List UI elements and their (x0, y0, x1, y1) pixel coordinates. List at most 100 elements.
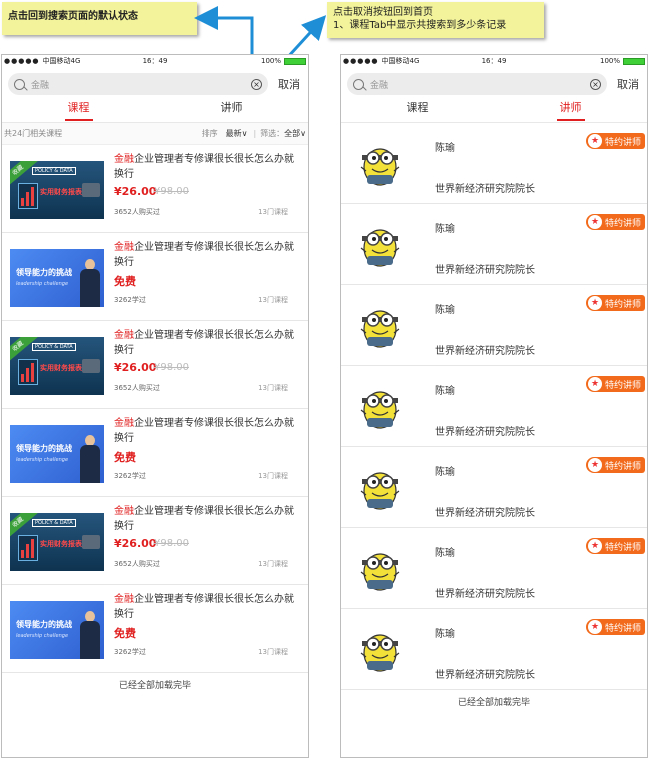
thumb-title: 实用财务报表 (40, 188, 82, 196)
course-price: ¥26.00 (114, 537, 157, 550)
course-thumbnail[interactable]: 领导能力的挑战 leadership challenge (10, 249, 104, 307)
buyer-count: 3652人购买过 (114, 560, 160, 568)
search-query[interactable]: 金融 (31, 78, 251, 91)
lecturer-item[interactable]: 陈瑜 世界新经济研究院院长 ★ 特约讲师 (341, 204, 647, 285)
lecturer-name: 陈瑜 (435, 467, 455, 478)
search-icon (14, 78, 25, 90)
course-title[interactable]: 金融企业管理者专修课很长很长怎么办就换行 (114, 504, 299, 534)
course-item[interactable]: 收藏 POLICY & DATA 实用财务报表 金融企业管理者专修课很长很长怎么… (2, 321, 308, 409)
battery-indicator: 100% (261, 57, 306, 65)
course-thumbnail[interactable]: 收藏 POLICY & DATA 实用财务报表 (10, 337, 104, 395)
course-item[interactable]: 领导能力的挑战 leadership challenge 金融企业管理者专修课很… (2, 233, 308, 321)
cancel-button[interactable]: 取消 (278, 76, 300, 92)
buyer-count: 3652人购买过 (114, 208, 160, 216)
thumb-title: 领导能力的挑战 (16, 444, 72, 453)
lecturer-item[interactable]: 陈瑜 世界新经济研究院院长 ★ 特约讲师 (341, 285, 647, 366)
briefcase-graphic (82, 183, 100, 197)
lecturer-item[interactable]: 陈瑜 世界新经济研究院院长 ★ 特约讲师 (341, 447, 647, 528)
star-icon: ★ (587, 539, 602, 553)
chart-graphic (18, 183, 38, 209)
search-query[interactable]: 金融 (370, 78, 590, 91)
lecturer-badge: ★ 特约讲师 (585, 295, 645, 311)
sort-dropdown[interactable]: 最新∨ (226, 128, 248, 139)
lecturer-title: 世界新经济研究院院长 (435, 670, 535, 681)
lecturer-title: 世界新经济研究院院长 (435, 508, 535, 519)
course-item[interactable]: 收藏 POLICY & DATA 实用财务报表 金融企业管理者专修课很长很长怎么… (2, 497, 308, 585)
course-item[interactable]: 领导能力的挑战 leadership challenge 金融企业管理者专修课很… (2, 585, 308, 673)
status-bar: ●●●●● 中国移动4G 16：49 100% (341, 55, 647, 67)
buyer-count: 3262学过 (114, 296, 146, 304)
lecturer-item[interactable]: 陈瑜 世界新经济研究院院长 ★ 特约讲师 (341, 123, 647, 204)
search-icon (353, 78, 364, 90)
thumb-tag: POLICY & DATA (32, 343, 76, 351)
course-thumbnail[interactable]: 收藏 POLICY & DATA 实用财务报表 (10, 513, 104, 571)
thumb-title: 实用财务报表 (40, 364, 82, 372)
keyword-highlight: 金融 (114, 594, 134, 605)
tab-lecturer[interactable]: 讲师 (155, 97, 308, 122)
lecturer-title: 世界新经济研究院院长 (435, 427, 535, 438)
lecturer-name: 陈瑜 (435, 548, 455, 559)
course-title[interactable]: 金融企业管理者专修课很长很长怎么办就换行 (114, 592, 299, 622)
status-bar: ●●●●● 中国移动4G 16：49 100% (2, 55, 308, 67)
lesson-count: 13门课程 (258, 208, 288, 216)
lecturer-title: 世界新经济研究院院长 (435, 265, 535, 276)
avatar[interactable] (357, 141, 403, 187)
thumb-subtitle: leadership challenge (16, 457, 69, 463)
tab-bar: 课程 讲师 (2, 97, 308, 123)
avatar[interactable] (357, 627, 403, 673)
filter-label: 筛选： (260, 129, 285, 138)
person-graphic (80, 259, 100, 307)
course-item[interactable]: 收藏 POLICY & DATA 实用财务报表 金融企业管理者专修课很长很长怎么… (2, 145, 308, 233)
course-item[interactable]: 领导能力的挑战 leadership challenge 金融企业管理者专修课很… (2, 409, 308, 497)
phone-lecturer-tab: ●●●●● 中国移动4G 16：49 100% 金融 × 取消 课程 讲师 陈瑜… (340, 54, 648, 758)
lesson-count: 13门课程 (258, 560, 288, 568)
lecturer-item[interactable]: 陈瑜 世界新经济研究院院长 ★ 特约讲师 (341, 609, 647, 690)
clear-icon[interactable]: × (590, 78, 601, 90)
lecturer-list: 陈瑜 世界新经济研究院院长 ★ 特约讲师 陈瑜 世界新经济研究院院长 ★ 特约讲师 … (341, 123, 647, 690)
search-input[interactable]: 金融 × (347, 73, 607, 95)
lecturer-badge: ★ 特约讲师 (585, 133, 645, 149)
avatar[interactable] (357, 546, 403, 592)
load-complete-text: 已经全部加载完毕 (118, 681, 191, 691)
thumb-title: 领导能力的挑战 (16, 620, 72, 629)
lecturer-badge: ★ 特约讲师 (585, 376, 645, 392)
chart-graphic (18, 535, 38, 561)
lecturer-name: 陈瑜 (435, 386, 455, 397)
filter-bar: 共24门相关课程 排序 最新∨ | 筛选： 全部∨ (2, 123, 308, 145)
battery-indicator: 100% (600, 57, 645, 65)
briefcase-graphic (82, 359, 100, 373)
keyword-highlight: 金融 (114, 506, 134, 517)
person-graphic (80, 611, 100, 659)
keyword-highlight: 金融 (114, 154, 134, 165)
lecturer-item[interactable]: 陈瑜 世界新经济研究院院长 ★ 特约讲师 (341, 528, 647, 609)
lecturer-item[interactable]: 陈瑜 世界新经济研究院院长 ★ 特约讲师 (341, 366, 647, 447)
course-thumbnail[interactable]: 领导能力的挑战 leadership challenge (10, 601, 104, 659)
star-icon: ★ (587, 458, 602, 472)
avatar[interactable] (357, 222, 403, 268)
tab-course[interactable]: 课程 (2, 97, 155, 122)
clear-icon[interactable]: × (251, 78, 262, 90)
course-title[interactable]: 金融企业管理者专修课很长很长怎么办就换行 (114, 328, 299, 358)
avatar[interactable] (357, 465, 403, 511)
thumb-subtitle: leadership challenge (16, 281, 69, 287)
search-input[interactable]: 金融 × (8, 73, 268, 95)
thumb-tag: POLICY & DATA (32, 167, 76, 175)
lecturer-title: 世界新经济研究院院长 (435, 589, 535, 600)
lecturer-name: 陈瑜 (435, 629, 455, 640)
avatar[interactable] (357, 303, 403, 349)
avatar[interactable] (357, 384, 403, 430)
tab-bar: 课程 讲师 (341, 97, 647, 123)
filter-dropdown[interactable]: 全部∨ (284, 128, 306, 139)
star-icon: ★ (587, 134, 602, 148)
course-title[interactable]: 金融企业管理者专修课很长很长怎么办就换行 (114, 416, 299, 446)
course-title[interactable]: 金融企业管理者专修课很长很长怎么办就换行 (114, 152, 299, 182)
thumb-tag: POLICY & DATA (32, 519, 76, 527)
course-thumbnail[interactable]: 领导能力的挑战 leadership challenge (10, 425, 104, 483)
course-thumbnail[interactable]: 收藏 POLICY & DATA 实用财务报表 (10, 161, 104, 219)
cancel-button[interactable]: 取消 (617, 76, 639, 92)
lesson-count: 13门课程 (258, 296, 288, 304)
tab-lecturer[interactable]: 讲师 (494, 97, 647, 122)
course-title[interactable]: 金融企业管理者专修课很长很长怎么办就换行 (114, 240, 299, 270)
tab-course[interactable]: 课程 (341, 97, 494, 122)
battery-icon (623, 57, 645, 65)
